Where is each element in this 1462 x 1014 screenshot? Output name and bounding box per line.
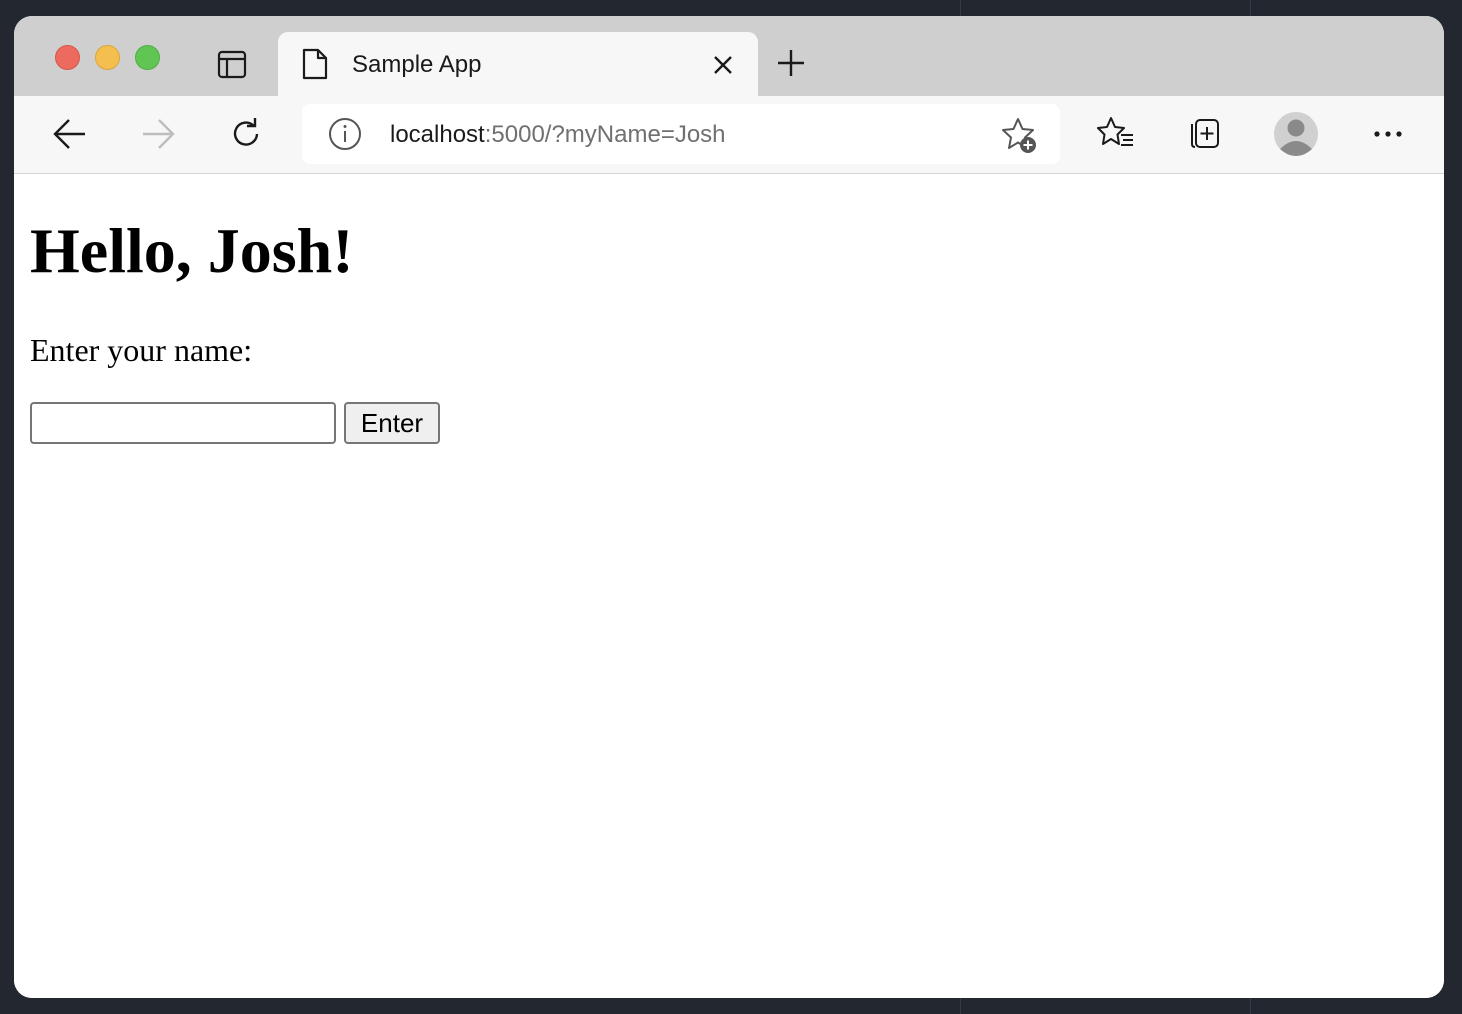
browser-window: Sample App localhost:5000/?myName=Josh H… xyxy=(14,16,1444,998)
page-icon xyxy=(300,47,330,81)
add-favorite-icon[interactable] xyxy=(1000,116,1040,156)
profile-avatar[interactable] xyxy=(1272,110,1320,158)
window-minimize-button[interactable] xyxy=(95,45,120,70)
window-maximize-button[interactable] xyxy=(135,45,160,70)
url-host: localhost xyxy=(390,121,485,148)
favorites-icon[interactable] xyxy=(1096,114,1136,154)
address-bar[interactable]: localhost:5000/?myName=Josh xyxy=(302,104,1060,164)
page-heading: Hello, Josh! xyxy=(30,215,354,286)
collections-icon[interactable] xyxy=(1184,114,1224,154)
forward-icon[interactable] xyxy=(138,116,178,152)
tab-sample-app[interactable]: Sample App xyxy=(278,32,758,96)
tab-bar: Sample App xyxy=(14,16,1444,96)
sidebar-toggle-icon[interactable] xyxy=(214,48,250,80)
name-input[interactable] xyxy=(30,402,336,444)
tab-title: Sample App xyxy=(352,51,482,78)
name-prompt-label: Enter your name: xyxy=(30,332,253,368)
url-path: :5000/?myName=Josh xyxy=(484,121,726,148)
info-icon[interactable] xyxy=(328,117,362,151)
page-content: Hello, Josh! Enter your name: Enter xyxy=(14,174,1444,998)
more-icon[interactable] xyxy=(1370,122,1406,146)
url-text[interactable]: localhost:5000/?myName=Josh xyxy=(390,121,726,149)
enter-button[interactable]: Enter xyxy=(344,402,440,444)
window-close-button[interactable] xyxy=(55,45,80,70)
back-icon[interactable] xyxy=(50,116,90,152)
toolbar: localhost:5000/?myName=Josh xyxy=(14,96,1444,174)
new-tab-icon[interactable] xyxy=(774,46,808,80)
reload-icon[interactable] xyxy=(226,116,266,152)
close-icon[interactable] xyxy=(710,52,736,78)
